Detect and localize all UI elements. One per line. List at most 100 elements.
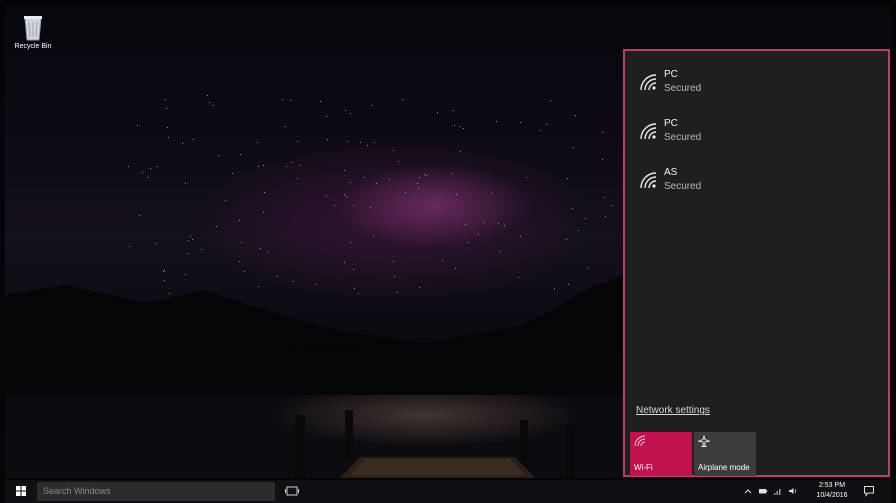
star [350, 113, 351, 114]
star [604, 197, 605, 198]
star [129, 246, 130, 247]
star [345, 110, 346, 111]
network-status: Secured [664, 83, 702, 94]
star [188, 240, 189, 241]
system-clock[interactable]: 2:53 PM 10/4/2016 [810, 481, 854, 501]
wifi-signal-icon [640, 123, 657, 140]
star [418, 188, 419, 189]
battery-icon[interactable] [758, 486, 768, 496]
search-input[interactable]: Search Windows [37, 482, 275, 501]
network-tray-icon[interactable] [773, 486, 783, 496]
star [467, 242, 468, 243]
star [182, 143, 183, 144]
star [166, 108, 167, 109]
star [218, 155, 219, 156]
recycle-bin[interactable]: Recycle Bin [11, 12, 55, 60]
star [465, 224, 466, 225]
star [540, 130, 541, 131]
star [297, 178, 298, 179]
network-ssid: PC [664, 118, 678, 129]
wifi-icon [634, 435, 646, 447]
star [155, 243, 156, 244]
star [498, 223, 499, 224]
star [326, 196, 327, 197]
network-settings-link[interactable]: Network settings [636, 405, 710, 416]
star [263, 212, 264, 213]
star [187, 253, 188, 254]
star [185, 183, 186, 184]
recycle-bin-icon [24, 16, 42, 41]
star [370, 207, 371, 208]
star [334, 205, 335, 206]
star [491, 193, 492, 194]
taskbar: Search Windows 2:53 PM 10/4/2016 [5, 480, 891, 503]
task-view-icon[interactable] [285, 484, 299, 498]
star [190, 236, 191, 237]
star [573, 147, 574, 148]
star [372, 105, 373, 106]
star [137, 125, 138, 126]
star [167, 127, 168, 128]
network-status: Secured [664, 132, 702, 143]
star [297, 141, 298, 142]
star [241, 242, 242, 243]
star [165, 99, 166, 100]
star [193, 139, 194, 140]
star [374, 142, 375, 143]
network-flyout: PC Secured PC Secured AS Secured Network… [623, 49, 890, 477]
chevron-up-icon[interactable] [743, 486, 753, 496]
star [605, 216, 606, 217]
star [364, 177, 365, 178]
star [376, 183, 377, 184]
star [367, 145, 368, 146]
star [585, 218, 586, 219]
star [460, 151, 461, 152]
windows-start-icon[interactable] [8, 482, 34, 501]
star [350, 182, 351, 183]
star [300, 165, 301, 166]
star [239, 220, 240, 221]
star [258, 166, 259, 167]
star [327, 139, 328, 140]
network-item[interactable]: PC Secured [639, 69, 869, 109]
star [520, 236, 521, 237]
wifi-toggle-button[interactable]: Wi-Fi [630, 432, 692, 476]
star [201, 249, 202, 250]
star [526, 177, 527, 178]
airplane-mode-label: Airplane mode [698, 463, 750, 472]
star [344, 194, 345, 195]
star [550, 100, 551, 101]
star [291, 162, 292, 163]
star [346, 196, 347, 197]
star [142, 172, 143, 173]
star [572, 208, 573, 209]
star [232, 173, 233, 174]
volume-icon[interactable] [788, 486, 798, 496]
star [286, 166, 287, 167]
clock-time: 2:53 PM [818, 482, 846, 489]
wifi-signal-icon [640, 172, 657, 189]
star [602, 132, 603, 133]
action-center-icon[interactable] [863, 485, 875, 497]
star [320, 101, 321, 102]
star [353, 205, 354, 206]
star [264, 192, 265, 193]
star [578, 230, 579, 231]
star [504, 225, 505, 226]
star [602, 159, 603, 160]
star [128, 166, 129, 167]
airplane-mode-button[interactable]: Airplane mode [694, 432, 756, 476]
network-item[interactable]: AS Secured [639, 167, 869, 207]
network-item[interactable]: PC Secured [639, 118, 869, 158]
star [257, 142, 258, 143]
star [417, 183, 418, 184]
star [360, 142, 361, 143]
network-status: Secured [664, 181, 702, 192]
star [454, 125, 455, 126]
star [209, 102, 210, 103]
star [520, 122, 521, 123]
star [478, 234, 479, 235]
star [350, 242, 351, 243]
recycle-bin-label: Recycle Bin [14, 43, 52, 50]
star [566, 239, 567, 240]
